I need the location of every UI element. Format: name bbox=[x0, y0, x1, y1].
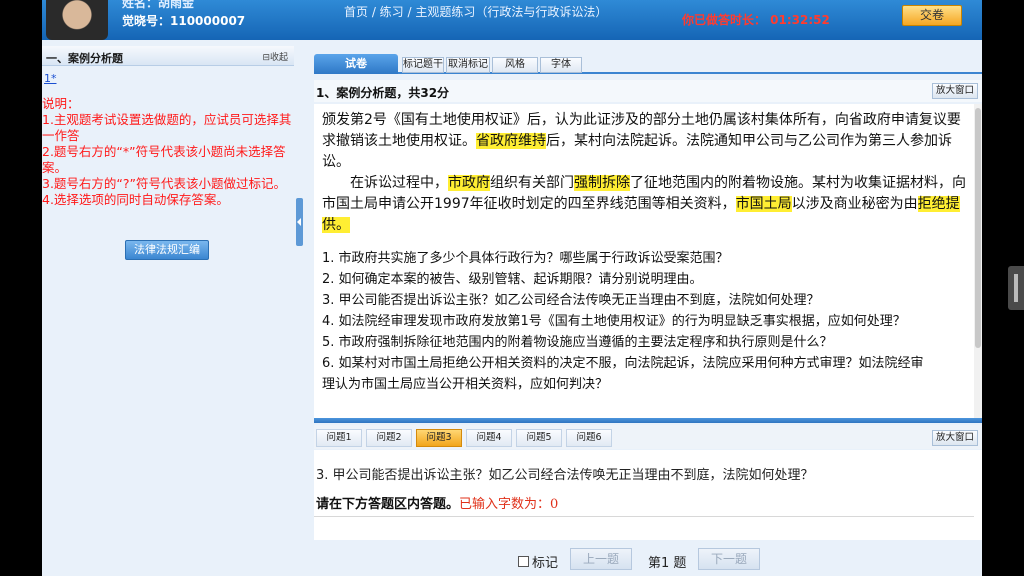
toolbar: 试卷 标记题干 取消标记 风格 字体 bbox=[314, 54, 982, 74]
laws-compilation-button[interactable]: 法律法规汇编 bbox=[125, 240, 209, 260]
question-item: 理认为市国土局应当公开相关资料，应如何判决？ bbox=[322, 377, 609, 392]
font-button[interactable]: 字体 bbox=[540, 57, 582, 73]
answer-prompt: 请在下方答题区内答题。已输入字数为：0 bbox=[316, 493, 558, 512]
prev-question-button[interactable]: 上一题 bbox=[570, 548, 632, 570]
user-name: 姓名：胡雨金 bbox=[122, 0, 195, 10]
current-question: 3. 甲公司能否提出诉讼主张？如乙公司经合法传唤无正当理由不到庭，法院如何处理？ bbox=[316, 468, 814, 483]
exam-app: 姓名：胡雨金 觉晓号：110000007 首页 / 练习 / 主观题练习（行政法… bbox=[42, 0, 982, 576]
breadcrumb[interactable]: 首页 / 练习 / 主观题练习（行政法与行政诉讼法） bbox=[344, 3, 607, 20]
section-header: 1、案例分析题，共32分 放大窗口 bbox=[314, 80, 982, 102]
case-text-segment: 在诉讼过程中， bbox=[350, 175, 448, 191]
highlight: 强制拆除 bbox=[574, 175, 630, 191]
tab-question-3[interactable]: 问题3 bbox=[416, 429, 462, 447]
left-panel: 一、案例分析题 ⊟收起 1* 说明： 1.主观题考试设置选做题的，应试员可选择其… bbox=[42, 40, 296, 576]
header: 姓名：胡雨金 觉晓号：110000007 首页 / 练习 / 主观题练习（行政法… bbox=[42, 0, 982, 40]
tab-question-1[interactable]: 问题1 bbox=[316, 429, 362, 447]
char-count: 已输入字数为：0 bbox=[459, 497, 559, 512]
question-tabs: 问题1 问题2 问题3 问题4 问题5 问题6 放大窗口 bbox=[314, 425, 982, 449]
elapsed-timer: 你已做答时长： 01:32:52 bbox=[682, 13, 830, 27]
case-text-segment: 以涉及商业秘密为由 bbox=[791, 196, 918, 212]
collapse-button[interactable]: ⊟收起 bbox=[262, 50, 288, 63]
question-item: 1. 市政府共实施了多少个具体行政行为？哪些属于行政诉讼受案范围？ bbox=[322, 251, 729, 266]
tab-paper[interactable]: 试卷 bbox=[314, 54, 398, 74]
enlarge-answer-window-button[interactable]: 放大窗口 bbox=[932, 430, 978, 446]
question-item: 5. 市政府强制拆除征地范围内的附着物设施应当遵循的主要法定程序和执行原则是什么… bbox=[322, 335, 833, 350]
section-title-left: 一、案例分析题 bbox=[46, 52, 123, 65]
left-title-bar: 一、案例分析题 ⊟收起 bbox=[42, 46, 294, 66]
question-item: 6. 如某村对市国土局拒绝公开相关资料的决定不服，向法院起诉，法院应采用何种方式… bbox=[322, 356, 924, 371]
tab-question-5[interactable]: 问题5 bbox=[516, 429, 562, 447]
instruction-line: 1.主观题考试设置选做题的，应试员可选择其一作答 bbox=[42, 112, 292, 143]
question-list: 1. 市政府共实施了多少个具体行政行为？哪些属于行政诉讼受案范围？ 2. 如何确… bbox=[322, 248, 970, 395]
question-item: 2. 如何确定本案的被告、级别管辖、起诉期限？请分别说明理由。 bbox=[322, 272, 703, 287]
side-handle[interactable] bbox=[1008, 266, 1024, 310]
instruction-line: 说明： bbox=[42, 96, 80, 111]
tab-question-2[interactable]: 问题2 bbox=[366, 429, 412, 447]
instruction-line: 2.题号右方的“*”符号代表该小题尚未选择答案。 bbox=[42, 144, 286, 175]
mark-stem-button[interactable]: 标记题干 bbox=[402, 57, 444, 73]
next-question-button[interactable]: 下一题 bbox=[698, 548, 760, 570]
style-button[interactable]: 风格 bbox=[492, 57, 538, 73]
highlight: 市国土局 bbox=[735, 196, 792, 212]
answer-prompt-text: 请在下方答题区内答题。 bbox=[316, 497, 460, 512]
exam-id: 觉晓号：110000007 bbox=[122, 14, 246, 28]
case-text: 颁发第2号《国有土地使用权证》后，认为此证涉及的部分土地仍属该村集体所有，向省政… bbox=[322, 110, 970, 236]
mark-checkbox[interactable]: 标记 bbox=[518, 552, 558, 571]
instruction-line: 3.题号右方的“?”符号代表该小题做过标记。 bbox=[42, 176, 287, 191]
question-item: 3. 甲公司能否提出诉讼主张？如乙公司经合法传唤无正当理由不到庭，法院如何处理？ bbox=[322, 293, 820, 308]
unmark-button[interactable]: 取消标记 bbox=[446, 57, 490, 73]
question-item: 4. 如法院经审理发现市政府发放第1号《国有土地使用权证》的行为明显缺乏事实根据… bbox=[322, 314, 906, 329]
highlight: 省政府维持 bbox=[476, 133, 546, 149]
vertical-scrollbar[interactable] bbox=[974, 104, 982, 418]
enlarge-window-button[interactable]: 放大窗口 bbox=[932, 83, 978, 99]
resize-divider[interactable] bbox=[314, 418, 982, 423]
avatar bbox=[46, 0, 108, 40]
panel-toggle-handle[interactable] bbox=[296, 198, 303, 246]
bottom-bar: 标记 上一题 第1 题 下一题 bbox=[314, 540, 982, 576]
answer-input[interactable] bbox=[314, 516, 974, 540]
highlight: 市政府 bbox=[448, 175, 490, 191]
question-link-1[interactable]: 1* bbox=[44, 72, 57, 85]
main-panel: 试卷 标记题干 取消标记 风格 字体 1、案例分析题，共32分 放大窗口 颁发第… bbox=[314, 40, 982, 576]
mark-label: 标记 bbox=[532, 556, 559, 571]
instruction-line: 4.选择选项的同时自动保存答案。 bbox=[42, 192, 229, 207]
checkbox-icon[interactable] bbox=[518, 556, 529, 567]
case-text-segment: 组织有关部门 bbox=[490, 175, 574, 191]
case-content: 颁发第2号《国有土地使用权证》后，认为此证涉及的部分土地仍属该村集体所有，向省政… bbox=[314, 104, 982, 418]
tab-question-4[interactable]: 问题4 bbox=[466, 429, 512, 447]
section-title: 1、案例分析题，共32分 bbox=[316, 86, 450, 100]
question-number: 第1 题 bbox=[648, 556, 687, 571]
submit-exam-button[interactable]: 交卷 bbox=[902, 5, 962, 26]
tab-question-6[interactable]: 问题6 bbox=[566, 429, 612, 447]
instructions: 说明： 1.主观题考试设置选做题的，应试员可选择其一作答 2.题号右方的“*”符… bbox=[42, 96, 292, 208]
